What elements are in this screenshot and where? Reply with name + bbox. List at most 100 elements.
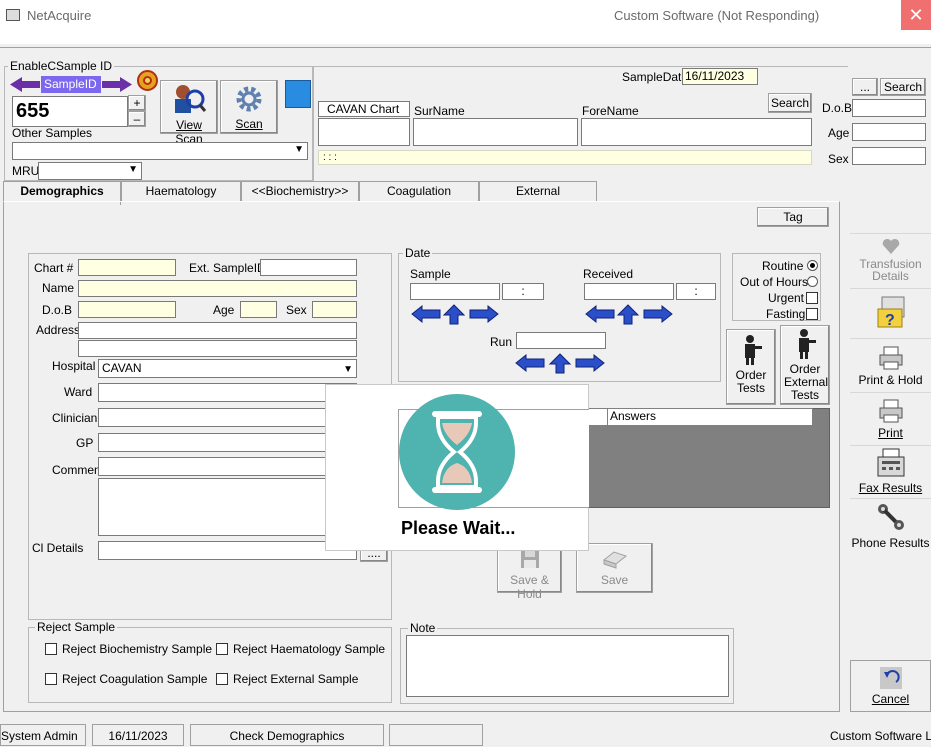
hospital-select[interactable]: CAVAN ▼ — [98, 359, 357, 378]
target-icon[interactable] — [137, 70, 158, 91]
address-line1-input[interactable] — [78, 322, 357, 339]
chevron-down-icon: ▼ — [343, 364, 353, 375]
fasting-checkbox[interactable] — [806, 308, 818, 320]
sex-input[interactable] — [312, 301, 357, 318]
order-external-tests-button[interactable]: Order External Tests — [780, 325, 830, 405]
chart-number-input[interactable] — [318, 118, 410, 146]
heart-icon — [882, 238, 899, 254]
tab-external[interactable]: External — [479, 181, 597, 201]
other-samples-select[interactable]: ▼ — [12, 142, 308, 160]
fax-results-button[interactable]: Fax Results — [850, 445, 931, 496]
help-button[interactable]: ? — [850, 288, 931, 336]
age-label: Age — [213, 303, 235, 317]
chevron-down-icon: ▼ — [128, 164, 138, 175]
notepad-icon[interactable] — [285, 80, 311, 108]
tab-coagulation[interactable]: Coagulation — [359, 181, 479, 201]
print-hold-label: Print & Hold — [858, 373, 923, 387]
clinician-select[interactable] — [98, 408, 357, 427]
date-nav-arrows-icon — [515, 353, 605, 374]
age-search-input[interactable] — [852, 123, 926, 141]
note-textarea[interactable] — [406, 635, 729, 697]
fax-icon — [877, 448, 904, 477]
reject-external-checkbox[interactable] — [216, 673, 228, 685]
search-name-button[interactable]: Search — [768, 93, 812, 113]
status-user: System Admin — [0, 724, 86, 746]
sample-id-increment-button[interactable]: + — [128, 95, 146, 111]
cl-details-select[interactable]: ▼ — [98, 541, 357, 560]
routine-radio[interactable] — [807, 260, 818, 271]
comment-textarea[interactable] — [98, 478, 357, 536]
surname-label: SurName — [414, 104, 465, 118]
mru-select[interactable]: ▼ — [38, 162, 142, 180]
help-printer-icon: ? — [877, 296, 904, 329]
view-scan-button[interactable]: View Scan — [160, 80, 218, 146]
date-nav-arrows-icon — [585, 304, 673, 325]
sample-date-field[interactable]: 16/11/2023 — [682, 68, 758, 85]
reject-group — [28, 627, 392, 703]
order-tests-button[interactable]: Order Tests — [726, 329, 776, 405]
surname-input[interactable] — [413, 118, 578, 146]
close-button[interactable]: ✕ — [901, 0, 931, 30]
transfusion-details-label: Transfusion Details — [859, 257, 922, 283]
title-bar: NetAcquire Custom Software (Not Respondi… — [0, 0, 931, 44]
hospital-label: Hospital — [52, 359, 96, 373]
ext-sample-input[interactable] — [260, 259, 357, 276]
urgent-checkbox[interactable] — [806, 292, 818, 304]
floppy-icon — [520, 550, 539, 568]
name-label: Name — [42, 281, 75, 295]
tab-biochemistry[interactable]: <<Biochemistry>> — [241, 181, 359, 201]
transfusion-details-button[interactable]: Transfusion Details — [850, 233, 931, 286]
order-tests-label: Order Tests — [735, 368, 767, 395]
status-empty-cell — [389, 724, 483, 746]
name-input[interactable] — [78, 280, 357, 297]
age-search-label: Age — [828, 126, 850, 140]
reject-biochemistry-label: Reject Biochemistry Sample — [62, 642, 213, 656]
sample-date-input[interactable] — [410, 283, 500, 300]
print-hold-button[interactable]: Print & Hold — [850, 338, 931, 390]
chevron-down-icon: ▼ — [294, 144, 304, 155]
print-button[interactable]: Print — [850, 392, 931, 443]
out-of-hours-radio[interactable] — [807, 276, 818, 287]
out-of-hours-label: Out of Hours — [740, 275, 809, 289]
ward-label: Ward — [64, 385, 93, 399]
note-group-title: Note — [408, 621, 438, 635]
chart-input[interactable] — [78, 259, 176, 276]
comment-select[interactable] — [98, 457, 357, 476]
waiter-icon — [799, 329, 816, 359]
ward-select[interactable] — [98, 383, 357, 402]
phone-results-button[interactable]: Phone Results — [850, 498, 931, 550]
received-date-nav[interactable] — [584, 303, 674, 325]
dob-search-input[interactable] — [852, 99, 926, 117]
forename-input[interactable] — [581, 118, 812, 146]
sex-search-input[interactable] — [852, 147, 926, 165]
chart-label: Chart # — [34, 261, 74, 275]
cl-details-label: Cl Details — [32, 541, 84, 555]
dob-input[interactable] — [78, 301, 176, 318]
fasting-label: Fasting — [766, 307, 806, 321]
run-date-nav[interactable] — [514, 352, 606, 374]
tab-haematology[interactable]: Haematology — [121, 181, 241, 201]
age-input[interactable] — [240, 301, 277, 318]
reject-coagulation-checkbox[interactable] — [45, 673, 57, 685]
sample-id-decrement-button[interactable]: – — [128, 111, 146, 127]
tag-button[interactable]: Tag — [757, 207, 829, 227]
received-time-input[interactable]: : — [676, 283, 716, 300]
divider — [0, 47, 931, 48]
run-date-input[interactable] — [516, 332, 606, 349]
sample-id-label: SampleID — [44, 77, 97, 91]
reject-biochemistry-checkbox[interactable] — [45, 643, 57, 655]
search-dob-button[interactable]: Search — [880, 78, 926, 96]
ellipsis-button[interactable]: ... — [852, 78, 878, 96]
sex-search-label: Sex — [828, 152, 849, 166]
scan-button[interactable]: Scan — [220, 80, 278, 134]
forename-label: ForeName — [582, 104, 639, 118]
cancel-button[interactable]: Cancel — [850, 660, 931, 712]
received-date-input[interactable] — [584, 283, 674, 300]
sample-id-input[interactable]: 655 — [12, 96, 128, 127]
sample-date-nav[interactable] — [410, 303, 500, 325]
address-line2-input[interactable] — [78, 340, 357, 357]
sample-time-input[interactable]: : — [502, 283, 544, 300]
reject-haematology-checkbox[interactable] — [216, 643, 228, 655]
routine-label: Routine — [762, 259, 804, 273]
gp-select[interactable] — [98, 433, 357, 452]
